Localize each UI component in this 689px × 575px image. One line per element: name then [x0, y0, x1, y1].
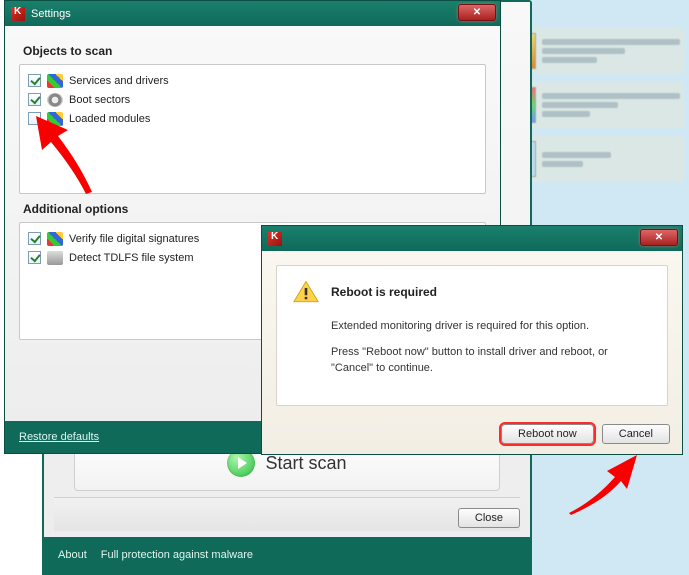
- dialog-line2: Press "Reboot now" button to install dri…: [331, 344, 651, 376]
- main-footer: About Full protection against malware: [44, 537, 530, 573]
- option-boot-sectors: Boot sectors: [28, 90, 477, 109]
- option-label: Detect TDLFS file system: [69, 252, 194, 264]
- flag-icon: [47, 74, 63, 88]
- option-label: Verify file digital signatures: [69, 233, 199, 245]
- drive-icon: [47, 251, 63, 265]
- cancel-button[interactable]: Cancel: [602, 424, 670, 444]
- reboot-dialog: ✕ Reboot is required Extended monitoring…: [261, 225, 683, 455]
- boot-sectors-checkbox[interactable]: [28, 93, 41, 106]
- start-scan-label: Start scan: [265, 453, 346, 474]
- option-label: Boot sectors: [69, 94, 130, 106]
- close-button[interactable]: Close: [458, 508, 520, 528]
- option-label: Services and drivers: [69, 75, 169, 87]
- verify-signatures-checkbox[interactable]: [28, 232, 41, 245]
- services-drivers-checkbox[interactable]: [28, 74, 41, 87]
- about-link[interactable]: About: [58, 549, 87, 561]
- reboot-now-label: Reboot now: [518, 428, 577, 440]
- objects-fieldset: Services and drivers Boot sectors Loaded…: [19, 64, 486, 194]
- dialog-line1: Extended monitoring driver is required f…: [331, 318, 651, 334]
- dialog-text: Extended monitoring driver is required f…: [331, 318, 651, 376]
- disk-icon: [47, 93, 63, 107]
- detect-tdlfs-checkbox[interactable]: [28, 251, 41, 264]
- app-icon: [268, 232, 282, 246]
- close-icon: ✕: [473, 7, 481, 18]
- additional-heading: Additional options: [23, 202, 486, 216]
- restore-defaults-link[interactable]: Restore defaults: [19, 431, 99, 443]
- app-icon: [11, 7, 25, 21]
- close-button-label: Close: [475, 512, 503, 524]
- settings-close-button[interactable]: ✕: [458, 4, 496, 21]
- cancel-label: Cancel: [619, 428, 653, 440]
- flag-icon: [47, 112, 63, 126]
- settings-titlebar[interactable]: Settings ✕: [4, 0, 501, 26]
- dialog-close-button[interactable]: ✕: [640, 229, 678, 246]
- option-label: Loaded modules: [69, 113, 150, 125]
- close-icon: ✕: [655, 232, 663, 243]
- dialog-content: Reboot is required Extended monitoring d…: [276, 265, 668, 406]
- reboot-now-button[interactable]: Reboot now: [501, 424, 594, 444]
- loaded-modules-checkbox[interactable]: [28, 112, 41, 125]
- objects-heading: Objects to scan: [23, 44, 486, 58]
- flag-icon: [47, 232, 63, 246]
- option-loaded-modules: Loaded modules: [28, 109, 477, 128]
- settings-title: Settings: [31, 8, 71, 20]
- option-services-drivers: Services and drivers: [28, 71, 477, 90]
- full-protection-link[interactable]: Full protection against malware: [101, 549, 253, 561]
- dialog-title: Reboot is required: [331, 285, 437, 299]
- dialog-titlebar[interactable]: ✕: [261, 225, 683, 251]
- warning-icon: [293, 280, 319, 304]
